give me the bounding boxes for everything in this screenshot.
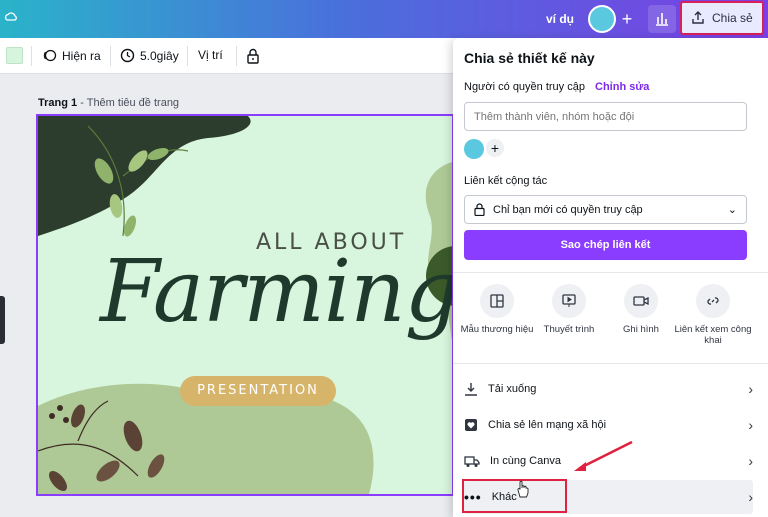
access-label: Người có quyền truy cập (464, 81, 585, 93)
animate-button[interactable]: Hiện ra (42, 48, 101, 63)
share-social-row[interactable]: Chia sẻ lên mạng xã hội › (464, 408, 753, 442)
hand-cursor-icon (517, 480, 529, 498)
share-social-label: Chia sẻ lên mạng xã hội (488, 419, 607, 431)
document-title[interactable]: ví dụ (546, 12, 574, 26)
toolbar-divider (31, 46, 32, 66)
position-label: Vị trí (198, 48, 223, 62)
member-avatar[interactable] (464, 139, 484, 159)
link-icon (696, 284, 730, 318)
share-panel-title: Chia sẻ thiết kế này (464, 50, 595, 66)
background-color-swatch[interactable] (6, 47, 23, 64)
page-label: Trang 1 - Thêm tiêu đề trang (38, 97, 180, 109)
public-view-link-option[interactable]: Liên kết xem công khai (674, 284, 752, 346)
chevron-right-icon: › (748, 381, 753, 397)
present-icon (552, 284, 586, 318)
access-edit-link[interactable]: Chỉnh sửa (595, 81, 649, 93)
design-presentation-pill[interactable]: PRESENTATION (180, 376, 336, 406)
page-title-placeholder[interactable]: Thêm tiêu đề trang (87, 97, 179, 109)
record-label: Ghi hình (623, 324, 659, 335)
toolbar-divider (236, 46, 237, 66)
position-button[interactable]: Vị trí (198, 48, 223, 62)
toolbar-divider (110, 46, 111, 66)
appear-label: Hiện ra (62, 48, 101, 63)
duration-label: 5.0giây (140, 48, 179, 63)
clock-icon (120, 48, 135, 63)
lock-icon (247, 48, 259, 64)
insights-button[interactable] (648, 5, 676, 33)
share-button-label: Chia sẻ (712, 11, 753, 25)
cloud-sync-icon (4, 12, 17, 21)
chevron-down-icon: ⌄ (727, 204, 737, 216)
design-canvas[interactable]: ALL ABOUT Farming PRESENTATION (36, 114, 454, 496)
panel-divider (453, 363, 768, 364)
toolbar-divider (187, 46, 188, 66)
download-label: Tải xuống (488, 383, 537, 395)
present-label: Thuyết trình (543, 324, 595, 335)
share-button[interactable]: Chia sẻ (680, 1, 764, 35)
top-bar: ví dụ + Chia sẻ (0, 0, 768, 38)
user-avatar[interactable] (588, 5, 616, 33)
animation-icon (43, 49, 57, 62)
add-member-button[interactable]: + (486, 139, 504, 157)
more-highlight-box (462, 479, 567, 513)
collab-link-label: Liên kết cộng tác (464, 175, 548, 187)
upload-icon (692, 11, 704, 24)
design-title-text[interactable]: Farming (100, 242, 452, 342)
brand-template-label: Mẫu thương hiệu (460, 324, 534, 335)
public-view-link-label: Liên kết xem công khai (674, 324, 752, 346)
bar-chart-icon (656, 13, 668, 26)
invite-members-input[interactable] (464, 102, 747, 131)
template-icon (480, 284, 514, 318)
lock-button[interactable] (246, 48, 260, 64)
chevron-right-icon: › (748, 453, 753, 469)
page-number: Trang 1 (38, 97, 78, 109)
print-label: In cùng Canva (490, 455, 561, 467)
download-icon (465, 383, 477, 396)
add-collaborator-button[interactable]: + (617, 9, 637, 29)
heart-icon (465, 419, 477, 431)
collab-access-value: Chỉ bạn mới có quyền truy cập (493, 203, 643, 216)
truck-icon (464, 455, 480, 467)
present-option[interactable]: Thuyết trình (530, 284, 608, 335)
chevron-right-icon: › (748, 489, 753, 505)
panel-divider (453, 272, 768, 273)
lock-icon (474, 203, 485, 216)
chevron-right-icon: › (748, 417, 753, 433)
red-arrow-annotation (574, 440, 633, 471)
copy-link-button[interactable]: Sao chép liên kết (464, 230, 747, 260)
collab-access-select[interactable]: Chỉ bạn mới có quyền truy cập ⌄ (464, 195, 747, 224)
duration-button[interactable]: 5.0giây (120, 48, 179, 63)
camera-icon (624, 284, 658, 318)
side-panel-collapse-handle[interactable] (0, 296, 5, 344)
download-row[interactable]: Tải xuống › (464, 372, 753, 406)
record-option[interactable]: Ghi hình (602, 284, 680, 335)
brand-template-option[interactable]: Mẫu thương hiệu (458, 284, 536, 335)
